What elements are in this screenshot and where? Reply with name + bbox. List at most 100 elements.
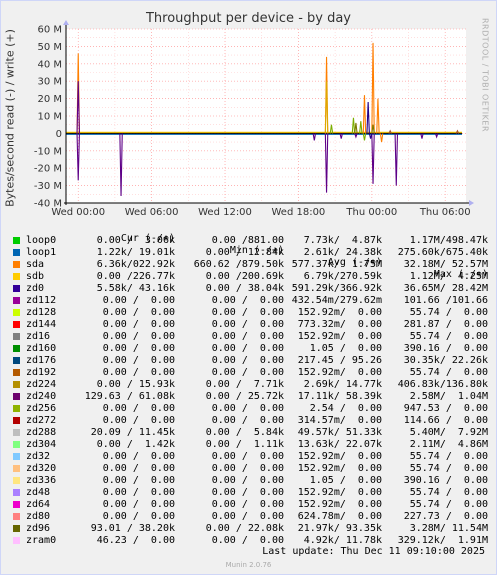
- legend-avg: 17.11k/ 58.39k: [297, 391, 382, 402]
- legend-min: 0.00 / 7.71k: [205, 379, 284, 390]
- legend-avg: 152.92m/ 0.00: [297, 331, 382, 342]
- x-tick-label: Thu 06:00: [419, 207, 471, 218]
- throughput-chart: 60 M 50 M 40 M 30 M 20 M 10 M 0 -10 M -20 M -30 M…: [34, 20, 474, 218]
- legend-avg: 13.63k/ 22.07k: [297, 439, 382, 450]
- legend-row-zd320: zd320 0.00 / 0.00 0.00 / 0.00 152.92m/ 0.00…: [13, 463, 488, 475]
- legend-name: zd48: [26, 487, 51, 498]
- legend-swatch: [13, 273, 20, 280]
- y-tick-label: 30 M: [37, 77, 62, 88]
- legend-min: 0.00 / 0.00: [211, 295, 284, 306]
- legend-min: 0.00 / 38.04k: [205, 283, 284, 294]
- legend-cur: 0.00 / 0.00: [102, 319, 175, 330]
- legend-min: 0.00 / 1.11k: [205, 439, 284, 450]
- legend-swatch: [13, 537, 20, 544]
- legend-min: 0.00 / 0.00: [211, 475, 284, 486]
- legend-swatch: [13, 501, 20, 508]
- legend-name: zd288: [26, 427, 57, 438]
- legend-row-zd160: zd160 0.00 / 0.00 0.00 / 0.00 1.05 / 0.00 39…: [13, 343, 488, 355]
- legend-avg: 49.57k/ 51.33k: [297, 427, 382, 438]
- legend-name: zd256: [26, 403, 57, 414]
- legend-cur: 0.00 / 0.00: [102, 295, 175, 306]
- legend-min: 0.00 / 0.00: [211, 319, 284, 330]
- x-tick-label: Thu 00:00: [345, 207, 397, 218]
- legend-avg: 591.29k/366.92k: [291, 283, 382, 294]
- legend-row-zd144: zd144 0.00 / 0.00 0.00 / 0.00 773.32m/ 0.00…: [13, 319, 488, 331]
- legend-cur: 0.00 / 0.00: [102, 487, 175, 498]
- legend-min: 0.00 / 0.00: [211, 499, 284, 510]
- legend-name: zd336: [26, 475, 57, 486]
- legend-swatch: [13, 285, 20, 292]
- legend-max: 55.74 / 0.00: [409, 331, 488, 342]
- legend-name: zd304: [26, 439, 57, 450]
- legend-cur: 0.00 / 15.93k: [96, 379, 175, 390]
- y-tick-label: 10 M: [37, 112, 62, 123]
- munin-version: Munin 2.0.76: [225, 561, 272, 569]
- y-tick-label: 0: [56, 129, 62, 140]
- legend-min: 0.00 / 0.00: [211, 355, 284, 366]
- legend-min: 0.00 / 0.00: [211, 343, 284, 354]
- y-tick-label: -30 M: [34, 181, 62, 192]
- legend-name: zd144: [26, 319, 57, 330]
- legend-avg: 2.54 / 0.00: [309, 403, 382, 414]
- legend-max: 947.53 / 0.00: [403, 403, 488, 414]
- legend-cur: 0.00 / 0.00: [102, 355, 175, 366]
- legend-row-zd48: zd48 0.00 / 0.00 0.00 / 0.00 152.92m/ 0.00 5…: [13, 487, 488, 499]
- legend-max: 55.74 / 0.00: [409, 499, 488, 510]
- legend-min: 0.00 / 0.00: [211, 331, 284, 342]
- legend-swatch: [13, 381, 20, 388]
- legend-swatch: [13, 489, 20, 496]
- legend-max: 1.12M/ 4.25M: [409, 271, 488, 282]
- legend-cur: 93.01 / 38.20k: [90, 523, 175, 534]
- legend-min: 0.00 / 25.72k: [205, 391, 284, 402]
- x-tick-label: Wed 18:00: [272, 207, 326, 218]
- legend-name: sdb: [26, 271, 45, 282]
- legend-min: 0.00 / 12.84k: [205, 247, 284, 258]
- legend-min: 0.00 / 22.08k: [205, 523, 284, 534]
- legend-row-loop0: loop0 0.00 / 3.06k 0.00 /881.00 7.73k/ 4.87…: [13, 235, 488, 247]
- legend-min: 660.62 /879.50k: [193, 259, 284, 270]
- legend-avg: 1.05 / 0.00: [309, 343, 382, 354]
- legend-row-zd112: zd112 0.00 / 0.00 0.00 / 0.00 432.54m/279.6…: [13, 295, 488, 307]
- y-tick-label: 20 M: [37, 94, 62, 105]
- legend-avg: 1.05 / 0.00: [309, 475, 382, 486]
- legend-max: 281.87 / 0.00: [403, 319, 488, 330]
- legend-row-zd336: zd336 0.00 / 0.00 0.00 / 0.00 1.05 / 0.00 39…: [13, 475, 488, 487]
- legend-swatch: [13, 321, 20, 328]
- y-tick-label: 40 M: [37, 59, 62, 70]
- legend-row-zd288: zd288 20.09 / 11.45k 0.00 / 5.84k 49.57k/ 5…: [13, 427, 488, 439]
- legend-avg: 7.73k/ 4.87k: [303, 235, 382, 246]
- legend-cur: 0.00 / 0.00: [102, 475, 175, 486]
- legend-cur: 1.22k/ 19.01k: [96, 247, 175, 258]
- legend-avg: 314.57m/ 0.00: [297, 415, 382, 426]
- legend-cur: 46.23 / 0.00: [96, 535, 175, 546]
- legend-name: zd32: [26, 451, 51, 462]
- legend-cur: 0.00 / 1.42k: [96, 439, 175, 450]
- legend-avg: 152.92m/ 0.00: [297, 367, 382, 378]
- legend-max: 390.16 / 0.00: [403, 475, 488, 486]
- legend-name: zd224: [26, 379, 57, 390]
- legend-name: loop0: [26, 235, 57, 246]
- y-axis-arrow: [63, 20, 69, 25]
- legend-cur: 0.00 / 0.00: [102, 343, 175, 354]
- legend-cur: 0.00 / 0.00: [102, 415, 175, 426]
- legend-min: 0.00 / 0.00: [211, 307, 284, 318]
- legend-swatch: [13, 417, 20, 424]
- legend-min: 0.00 / 0.00: [211, 511, 284, 522]
- x-tick-label: Wed 00:00: [51, 207, 105, 218]
- legend-name: zd64: [26, 499, 51, 510]
- legend-max: 5.40M/ 7.92M: [409, 427, 488, 438]
- legend-cur: 0.00 / 0.00: [102, 511, 175, 522]
- legend-min: 0.00 / 5.84k: [205, 427, 284, 438]
- legend-max: 114.66 / 0.00: [403, 415, 488, 426]
- legend-max: 36.65M/ 28.42M: [403, 283, 488, 294]
- legend-avg: 152.92m/ 0.00: [297, 451, 382, 462]
- legend-cur: 0.00 / 0.00: [102, 463, 175, 474]
- legend-min: 0.00 / 0.00: [211, 415, 284, 426]
- legend-max: 55.74 / 0.00: [409, 463, 488, 474]
- legend-swatch: [13, 465, 20, 472]
- legend-max: 55.74 / 0.00: [409, 307, 488, 318]
- legend-name: zd96: [26, 523, 51, 534]
- legend-min: 0.00 /200.69k: [205, 271, 284, 282]
- legend-max: 55.74 / 0.00: [409, 487, 488, 498]
- legend-swatch: [13, 453, 20, 460]
